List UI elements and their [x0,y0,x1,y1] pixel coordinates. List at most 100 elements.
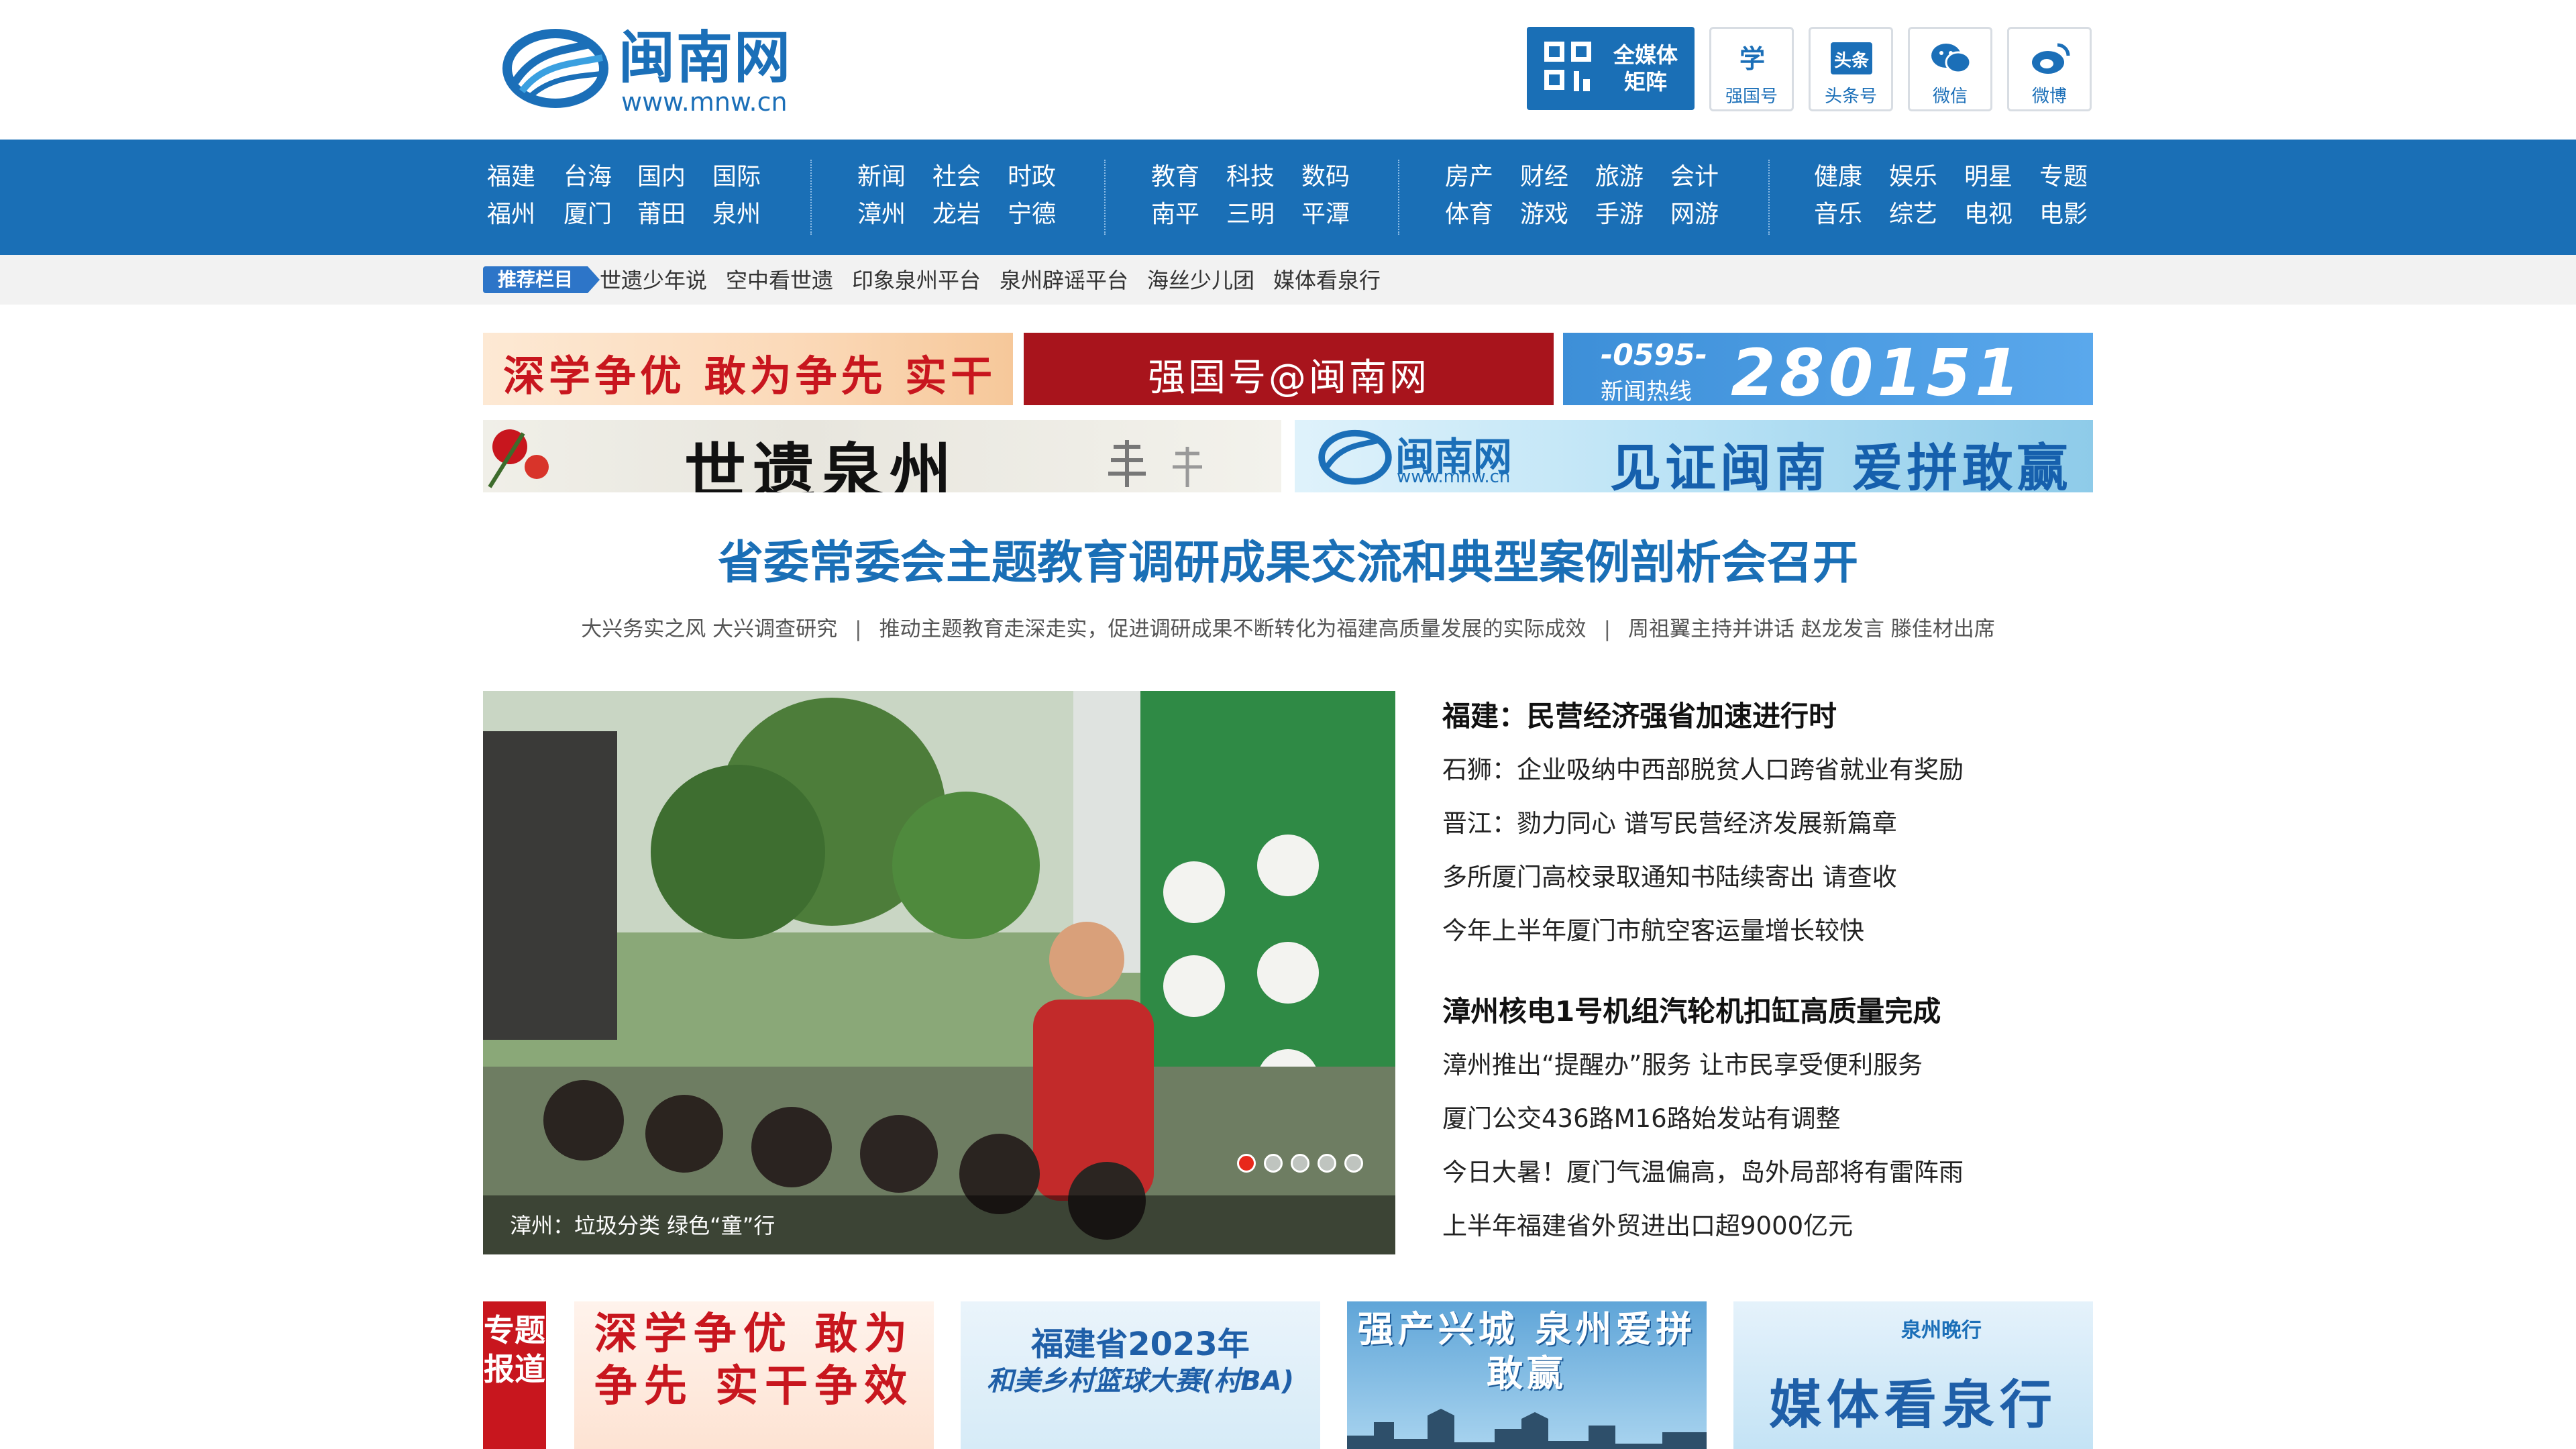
nav-item[interactable]: 专题 [2039,162,2088,192]
slide-dot[interactable] [1344,1154,1363,1173]
nav-item[interactable]: 财经 [1520,162,1568,192]
recommend-link[interactable]: 世遗少年说 [600,266,707,295]
nav-divider [1768,160,1770,235]
nav-item[interactable]: 龙岩 [932,200,981,229]
nav-item[interactable]: 宁德 [1008,200,1056,229]
nav-item[interactable]: 旅游 [1595,162,1644,192]
nav-item[interactable]: 电影 [2039,200,2088,229]
news-item[interactable]: 石狮：企业吸纳中西部脱贫人口跨省就业有奖励 [1442,754,1964,786]
nav-item[interactable]: 台海 [564,162,612,192]
svg-text:学: 学 [1739,44,1765,74]
nav-item[interactable]: 娱乐 [1889,162,1937,192]
logo-url: www.mnw.cn [621,87,788,117]
wechat-icon [1931,44,1972,74]
recommend-link[interactable]: 海丝少儿团 [1147,266,1254,295]
site-logo[interactable]: 闽南网 www.mnw.cn [502,24,810,117]
news-item[interactable]: 厦门公交436路M16路始发站有调整 [1442,1103,1841,1135]
nav-item[interactable]: 新闻 [857,162,906,192]
headline-sub[interactable]: 推动主题教育走深走实，促进调研成果不断转化为福建高质量发展的实际成效 [879,617,1587,641]
social-qiangguo[interactable]: 学 强国号 [1709,27,1794,111]
main-nav [0,140,2576,255]
weibo-icon [2032,43,2070,74]
headline-title[interactable]: 省委常委会主题教育调研成果交流和典型案例剖析会召开 [483,530,2093,597]
nav-item[interactable]: 科技 [1226,162,1275,192]
recommend-link[interactable]: 空中看世遗 [726,266,833,295]
pagoda-decoration-icon [1108,440,1202,487]
nav-item[interactable]: 音乐 [1814,200,1862,229]
nav-item[interactable]: 国内 [637,162,686,192]
banner-qiangguo[interactable]: 强国号@闽南网 [1024,333,1554,405]
nav-item[interactable]: 国际 [712,162,761,192]
page: 闽南网 www.mnw.cn 全媒体 矩阵 学 强国号 头条 头条号 微信 微博… [0,0,2576,1449]
nav-item[interactable]: 数码 [1301,162,1350,192]
nav-item[interactable]: 电视 [1964,200,2012,229]
logo-text: 闽南网 [619,25,792,91]
news-lead[interactable]: 福建：民营经济强省加速进行时 [1442,700,1837,733]
topic-village-basketball[interactable]: 福建省2023年 和美乡村篮球大赛(村BA) [961,1301,1320,1449]
mnw-logo-icon [1318,429,1392,485]
banner-world-heritage-quanzhou[interactable]: 世遗泉州 [483,420,1281,492]
svg-text:头条: 头条 [1834,51,1870,71]
news-item[interactable]: 上半年福建省外贸进出口超9000亿元 [1442,1210,1853,1242]
news-item[interactable]: 多所厦门高校录取通知书陆续寄出 请查收 [1442,861,1897,894]
nav-item[interactable]: 时政 [1008,162,1056,192]
slide-caption[interactable]: 漳州：垃圾分类 绿色“童”行 [510,1209,775,1240]
nav-item[interactable]: 泉州 [712,200,761,229]
banner-study-excellence[interactable]: 深学争优 敢为争先 实干争效 [483,333,1013,405]
flower-decoration-icon [488,429,549,488]
nav-item[interactable]: 综艺 [1889,200,1937,229]
nav-item[interactable]: 网游 [1670,200,1719,229]
nav-item[interactable]: 社会 [932,162,981,192]
nav-item[interactable]: 福建 [487,162,535,192]
photo-slideshow[interactable]: 漳州：垃圾分类 绿色“童”行 [483,691,1395,1254]
nav-divider [810,160,812,235]
nav-item[interactable]: 厦门 [564,200,612,229]
nav-item[interactable]: 莆田 [637,200,686,229]
slide-photo [483,691,1395,1254]
nav-item[interactable]: 会计 [1670,162,1719,192]
banner-news-hotline[interactable]: -0595- 新闻热线 280151 [1563,333,2093,405]
nav-item[interactable]: 三明 [1226,200,1275,229]
nav-item[interactable]: 房产 [1445,162,1493,192]
headline-sub[interactable]: 大兴务实之风 大兴调查研究 [581,617,837,641]
logo-mark-icon [502,29,608,108]
social-weibo[interactable]: 微博 [2007,27,2092,111]
topics-tag: 专题报道 [483,1301,546,1449]
news-lead[interactable]: 漳州核电1号机组汽轮机扣缸高质量完成 [1442,996,1941,1028]
social-toutiao[interactable]: 头条 头条号 [1809,27,1893,111]
recommend-link[interactable]: 媒体看泉行 [1273,266,1381,295]
nav-item[interactable]: 南平 [1151,200,1199,229]
nav-item[interactable]: 体育 [1445,200,1493,229]
topic-study-excellence[interactable]: 深学争优 敢为争先 实干争效 [574,1301,934,1449]
headline-subtitles: 大兴务实之风 大兴调查研究 | 推动主题教育走深走实，促进调研成果不断转化为福建高质… [581,617,1995,641]
nav-item[interactable]: 健康 [1814,162,1862,192]
topic-media-quanzhou-tour[interactable]: 泉州晚行 媒体看泉行 [1733,1301,2093,1449]
nav-item[interactable]: 手游 [1595,200,1644,229]
nav-item[interactable]: 教育 [1151,162,1199,192]
news-item[interactable]: 今日大暑！厦门气温偏高，岛外局部将有雷阵雨 [1442,1157,1964,1189]
slide-dot[interactable] [1318,1154,1336,1173]
nav-item[interactable]: 福州 [487,200,535,229]
topic-quanzhou-industry[interactable]: 强产兴城 泉州爱拼敢赢 [1347,1301,1707,1449]
nav-item[interactable]: 漳州 [857,200,906,229]
nav-item[interactable]: 明星 [1964,162,2012,192]
media-matrix-label: 全媒体 矩阵 [1613,42,1678,95]
xuexi-qiangguo-icon: 学 [1739,44,1765,74]
social-wechat[interactable]: 微信 [1908,27,1992,111]
news-item[interactable]: 漳州推出“提醒办”服务 让市民享受便利服务 [1442,1049,1923,1081]
city-skyline-icon [1347,1409,1707,1449]
banner-mnw-slogan[interactable]: 闽南网 www.mnw.cn 见证闽南 爱拼敢赢 [1295,420,2093,492]
slide-dot[interactable] [1237,1154,1256,1173]
recommend-link[interactable]: 泉州辟谣平台 [1000,266,1128,295]
headline-sub[interactable]: 周祖翼主持并讲话 赵龙发言 滕佳材出席 [1628,617,1995,641]
nav-item[interactable]: 平潭 [1301,200,1350,229]
slide-dot[interactable] [1264,1154,1283,1173]
qr-code-icon [1544,42,1593,95]
media-matrix-button[interactable]: 全媒体 矩阵 [1527,27,1695,110]
news-item[interactable]: 晋江：勠力同心 谱写民营经济发展新篇章 [1442,808,1897,840]
slide-dot[interactable] [1291,1154,1309,1173]
news-item[interactable]: 今年上半年厦门市航空客运量增长较快 [1442,915,1864,947]
nav-item[interactable]: 游戏 [1520,200,1568,229]
recommend-link[interactable]: 印象泉州平台 [852,266,981,295]
toutiao-icon: 头条 [1831,42,1872,74]
